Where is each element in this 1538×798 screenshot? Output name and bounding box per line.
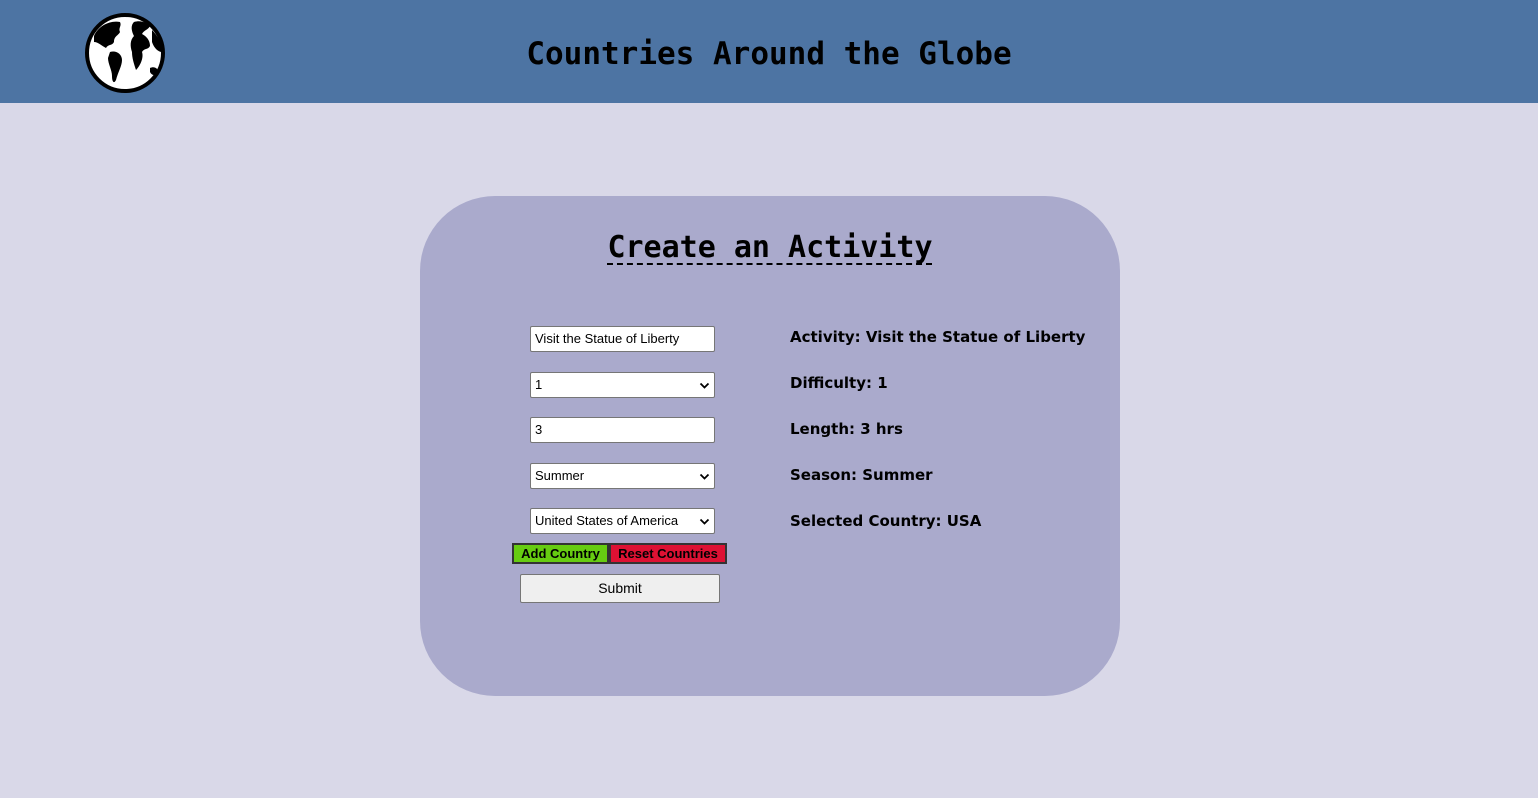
- chevron-down-icon: [699, 382, 710, 389]
- form-heading-text: Create an Activity: [607, 230, 933, 265]
- summary-difficulty: Difficulty: 1: [790, 374, 888, 392]
- length-input[interactable]: 3: [530, 417, 715, 443]
- summary-selected-country: Selected Country: USA: [790, 512, 982, 530]
- create-activity-card: Create an Activity Visit the Statue of L…: [420, 196, 1120, 696]
- chevron-down-icon: [699, 518, 710, 525]
- site-header: Countries Around the Globe: [0, 0, 1538, 103]
- form-heading: Create an Activity: [420, 228, 1120, 268]
- activity-name-value: Visit the Statue of Liberty: [535, 331, 680, 346]
- site-title: Countries Around the Globe: [526, 36, 1012, 72]
- season-select[interactable]: Summer: [530, 463, 715, 489]
- reset-countries-button[interactable]: Reset Countries: [609, 543, 727, 564]
- summary-activity: Activity: Visit the Statue of Liberty: [790, 328, 1086, 346]
- add-country-button[interactable]: Add Country: [512, 543, 609, 564]
- submit-button[interactable]: Submit: [520, 574, 720, 603]
- country-select[interactable]: United States of America: [530, 508, 715, 534]
- country-value: United States of America: [535, 513, 679, 528]
- chevron-down-icon: [699, 473, 710, 480]
- difficulty-select[interactable]: 1: [530, 372, 715, 398]
- season-value: Summer: [535, 468, 585, 483]
- length-value: 3: [535, 422, 543, 437]
- summary-season: Season: Summer: [790, 466, 933, 484]
- activity-name-input[interactable]: Visit the Statue of Liberty: [530, 326, 715, 352]
- summary-length: Length: 3 hrs: [790, 420, 903, 438]
- difficulty-value: 1: [535, 377, 543, 392]
